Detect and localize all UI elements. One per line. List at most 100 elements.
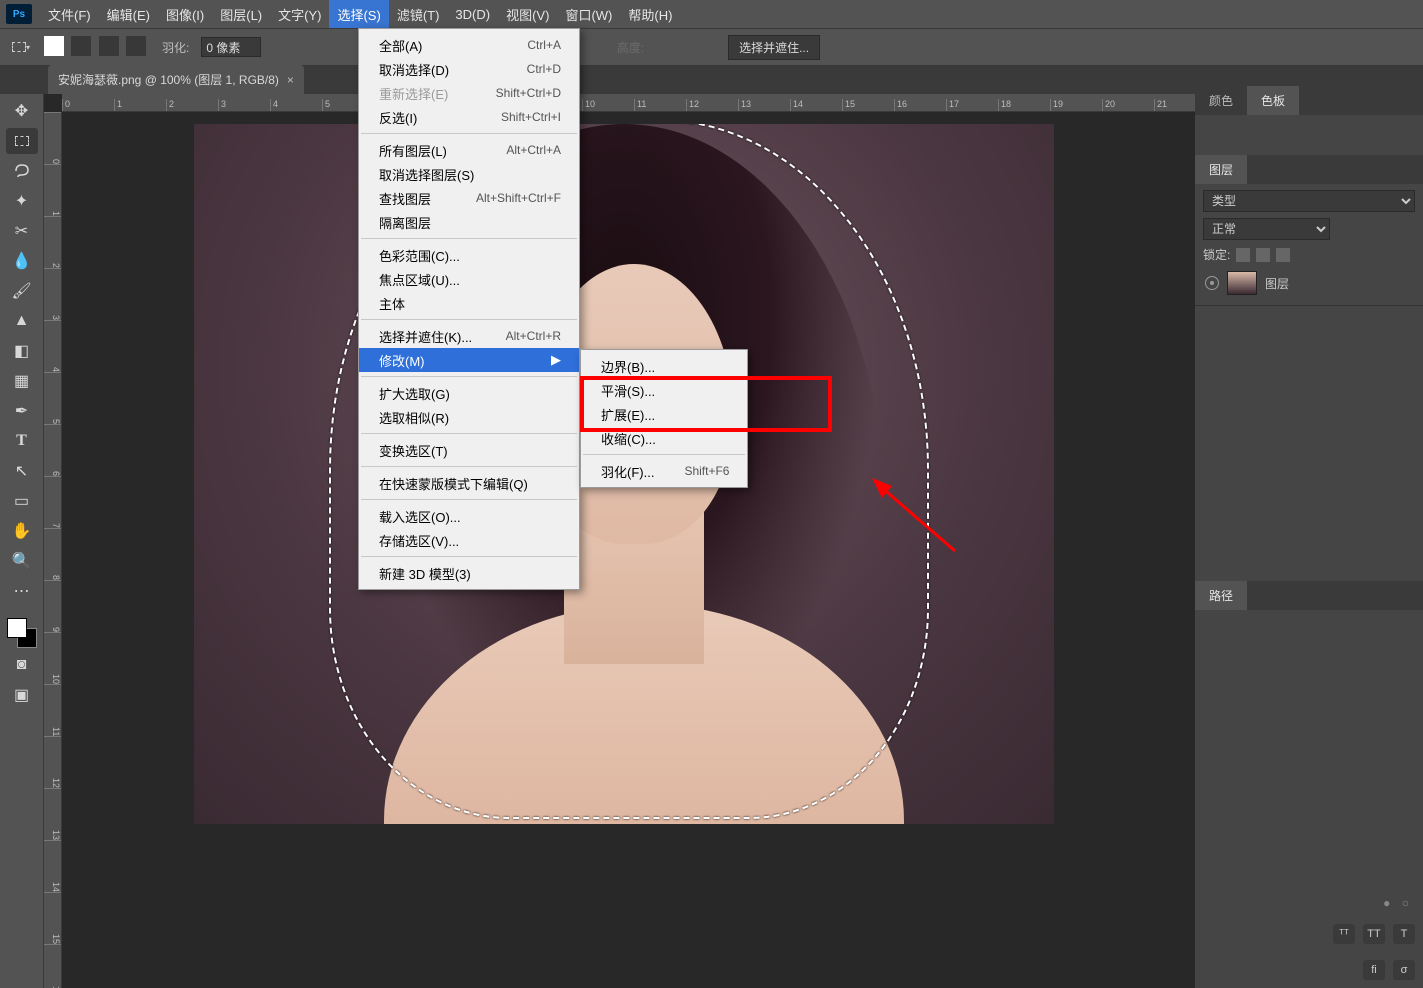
select-menu-dropdown: 全部(A)Ctrl+A 取消选择(D)Ctrl+D 重新选择(E)Shift+C… (358, 28, 580, 590)
menuitem-select-mask[interactable]: 选择并遮住(K)...Alt+Ctrl+R (359, 324, 579, 348)
layer-kind-select[interactable]: 类型 (1203, 190, 1415, 212)
lock-row: 锁定: (1203, 246, 1415, 263)
hand-tool-icon[interactable]: ✋ (6, 518, 38, 544)
layers-panel: 类型 正常 锁定: 图层 (1195, 184, 1423, 306)
document-tab[interactable]: 安妮海瑟薇.png @ 100% (图层 1, RGB/8) × (48, 65, 304, 94)
menuitem-load-selection[interactable]: 载入选区(O)... (359, 504, 579, 528)
menu-select[interactable]: 选择(S) (329, 0, 388, 28)
feather-input[interactable] (201, 37, 261, 57)
lasso-tool-icon[interactable] (6, 158, 38, 184)
brush-tool-icon[interactable]: 🖌 (6, 278, 38, 304)
menuitem-deselect[interactable]: 取消选择(D)Ctrl+D (359, 57, 579, 81)
lock-label: 锁定: (1203, 246, 1230, 263)
select-and-mask-button[interactable]: 选择并遮住... (728, 35, 820, 60)
layer-thumbnail (1227, 271, 1257, 295)
menu-window[interactable]: 窗口(W) (557, 0, 620, 28)
options-bar: ▾ 羽化: 宽度: 高度: 选择并遮住... (0, 28, 1423, 66)
screenmode-icon[interactable]: ▣ (6, 682, 38, 708)
lock-pixels-icon[interactable] (1256, 248, 1270, 262)
lock-transparency-icon[interactable] (1236, 248, 1250, 262)
fg-color-swatch[interactable] (7, 618, 27, 638)
mode-new-icon[interactable] (44, 36, 64, 56)
pen-tool-icon[interactable]: ✒ (6, 398, 38, 424)
menuitem-isolate-layers[interactable]: 隔离图层 (359, 210, 579, 234)
marquee-tool-icon[interactable] (6, 128, 38, 154)
menuitem-save-selection[interactable]: 存储选区(V)... (359, 528, 579, 552)
menuitem-similar[interactable]: 选取相似(R) (359, 405, 579, 429)
menu-filter[interactable]: 滤镜(T) (389, 0, 448, 28)
menuitem-focus-area[interactable]: 焦点区域(U)... (359, 267, 579, 291)
glyph-sigma-icon[interactable]: σ (1393, 960, 1415, 980)
panels-right: 颜色 色板 图层 类型 正常 锁定: 图层 路径 ● ○ ᵀᵀ (1195, 86, 1423, 988)
document-tab-title: 安妮海瑟薇.png @ 100% (图层 1, RGB/8) (58, 71, 279, 88)
menu-layer[interactable]: 图层(L) (212, 0, 270, 28)
glyph-fi-icon[interactable]: fi (1363, 960, 1385, 980)
blend-mode-select[interactable]: 正常 (1203, 218, 1330, 240)
character-glyph-row: ᵀᵀ TT T (1195, 916, 1423, 952)
menuitem-reselect: 重新选择(E)Shift+Ctrl+D (359, 81, 579, 105)
menuitem-border[interactable]: 边界(B)... (581, 354, 747, 378)
mode-intersect-icon[interactable] (126, 36, 146, 56)
menuitem-quickmask-edit[interactable]: 在快速蒙版模式下编辑(Q) (359, 471, 579, 495)
menuitem-grow[interactable]: 扩大选取(G) (359, 381, 579, 405)
shape-tool-icon[interactable]: ▭ (6, 488, 38, 514)
menuitem-subject[interactable]: 主体 (359, 291, 579, 315)
tab-paths[interactable]: 路径 (1195, 581, 1247, 610)
menu-view[interactable]: 视图(V) (498, 0, 557, 28)
mode-add-icon[interactable] (71, 36, 91, 56)
layer-name: 图层 (1265, 275, 1289, 292)
menuitem-all-layers[interactable]: 所有图层(L)Alt+Ctrl+A (359, 138, 579, 162)
color-swatches[interactable] (7, 618, 37, 648)
tab-swatches[interactable]: 色板 (1247, 86, 1299, 115)
menuitem-modify[interactable]: 修改(M)▶ (359, 348, 579, 372)
more-tools-icon[interactable]: ⋯ (6, 578, 38, 604)
color-panel-tabs: 颜色 色板 (1195, 86, 1423, 115)
glyph-tt-icon[interactable]: TT (1363, 924, 1385, 944)
layers-panel-tabs: 图层 (1195, 155, 1423, 184)
visibility-eye-icon[interactable] (1205, 276, 1219, 290)
menuitem-inverse[interactable]: 反选(I)Shift+Ctrl+I (359, 105, 579, 129)
glyph-tt-small-icon[interactable]: ᵀᵀ (1333, 924, 1355, 944)
modify-submenu: 边界(B)... 平滑(S)... 扩展(E)... 收缩(C)... 羽化(F… (580, 349, 748, 488)
menu-image[interactable]: 图像(I) (158, 0, 212, 28)
menuitem-all[interactable]: 全部(A)Ctrl+A (359, 33, 579, 57)
tool-preset-icon[interactable]: ▾ (10, 36, 32, 58)
glyph-t-icon[interactable]: T (1393, 924, 1415, 944)
menuitem-smooth[interactable]: 平滑(S)... (581, 378, 747, 402)
eyedropper-tool-icon[interactable]: 💧 (6, 248, 38, 274)
menuitem-transform-selection[interactable]: 变换选区(T) (359, 438, 579, 462)
menuitem-deselect-layers[interactable]: 取消选择图层(S) (359, 162, 579, 186)
text-tool-icon[interactable]: T (6, 428, 38, 454)
zoom-tool-icon[interactable]: 🔍 (6, 548, 38, 574)
close-tab-icon[interactable]: × (287, 73, 294, 87)
workspace: 012345678910111213141516171819202122 012… (44, 94, 1195, 988)
quickmask-icon[interactable]: ◙ (6, 652, 38, 678)
menu-3d[interactable]: 3D(D) (447, 0, 498, 28)
menuitem-new-3d[interactable]: 新建 3D 模型(3) (359, 561, 579, 585)
menu-edit[interactable]: 编辑(E) (99, 0, 158, 28)
crop-tool-icon[interactable]: ✂ (6, 218, 38, 244)
menuitem-feather[interactable]: 羽化(F)...Shift+F6 (581, 459, 747, 483)
feather-label: 羽化: (162, 39, 189, 56)
toolbox: ✥ ✦ ✂ 💧 🖌 ▲ ◧ ▦ ✒ T ↖ ▭ ✋ 🔍 ⋯ ◙ ▣ (0, 94, 44, 988)
paths-panel-tabs: 路径 (1195, 581, 1423, 610)
menuitem-find-layers[interactable]: 查找图层Alt+Shift+Ctrl+F (359, 186, 579, 210)
gradient-tool-icon[interactable]: ▦ (6, 368, 38, 394)
lock-position-icon[interactable] (1276, 248, 1290, 262)
stamp-tool-icon[interactable]: ▲ (6, 308, 38, 334)
height-label: 高度: (617, 39, 644, 56)
layer-item[interactable]: 图层 (1203, 267, 1415, 299)
eraser-tool-icon[interactable]: ◧ (6, 338, 38, 364)
tab-layers[interactable]: 图层 (1195, 155, 1247, 184)
wand-tool-icon[interactable]: ✦ (6, 188, 38, 214)
tab-color[interactable]: 颜色 (1195, 86, 1247, 115)
mode-subtract-icon[interactable] (99, 36, 119, 56)
menu-help[interactable]: 帮助(H) (620, 0, 680, 28)
menuitem-contract[interactable]: 收缩(C)... (581, 426, 747, 450)
move-tool-icon[interactable]: ✥ (6, 98, 38, 124)
path-select-tool-icon[interactable]: ↖ (6, 458, 38, 484)
menu-file[interactable]: 文件(F) (40, 0, 99, 28)
menuitem-color-range[interactable]: 色彩范围(C)... (359, 243, 579, 267)
menu-type[interactable]: 文字(Y) (270, 0, 329, 28)
menuitem-expand[interactable]: 扩展(E)... (581, 402, 747, 426)
